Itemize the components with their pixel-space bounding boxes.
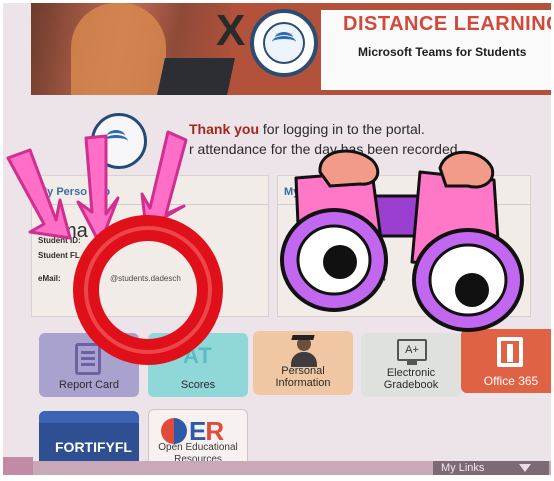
scores-tile[interactable]: AT Scores — [148, 333, 248, 397]
divider — [32, 204, 268, 205]
laptop-image — [157, 58, 235, 95]
tile-label: Scores — [180, 379, 216, 391]
book-icon-lower — [104, 135, 128, 147]
tile-label: Report Card — [59, 379, 119, 391]
my-links-dropdown[interactable]: My Links — [433, 461, 549, 475]
office-icon — [497, 337, 523, 367]
office365-tile[interactable]: Office 365 — [461, 329, 551, 393]
student-fl-label: Student FL — [38, 251, 80, 260]
panel-title-locations: My Lo — [284, 186, 316, 198]
attendance-message: r attendance for the day has been record… — [189, 141, 462, 157]
email-label: eMail: — [38, 274, 61, 283]
welcome-message: Thank you for logging in to the portal. — [189, 121, 425, 137]
electronic-gradebook-tile[interactable]: A+ Electronic Gradebook — [361, 333, 461, 397]
tile-label: Electronic Gradebook — [383, 367, 439, 391]
banner-title: DISTANCE LEARNING — [343, 13, 551, 35]
chevron-down-icon — [519, 464, 531, 472]
oer-circle-icon — [161, 418, 187, 444]
graduate-icon — [289, 335, 317, 367]
graduation-cap-icon — [291, 335, 315, 340]
my-links-label: My Links — [441, 462, 485, 474]
tile-label: Personal Information — [275, 365, 331, 389]
location-line-1: MIA — [368, 244, 383, 253]
scores-icon: AT — [183, 343, 213, 368]
personal-information-tile[interactable]: Personal Information — [253, 331, 353, 395]
screen-photo: X DISTANCE LEARNING Microsoft Teams for … — [3, 3, 551, 475]
panel-title-personal: My Perso Info — [38, 186, 111, 198]
school-seal-logo — [250, 9, 318, 77]
gradebook-monitor-icon: A+ — [397, 339, 427, 365]
welcome-rest: for logging in to the portal. — [259, 121, 425, 137]
portal-logo — [91, 113, 147, 169]
banner-subtitle: Microsoft Teams for Students — [358, 45, 527, 59]
banner-photo — [31, 3, 235, 95]
x-decoration: X — [216, 6, 246, 55]
student-id-label: Student ID: — [38, 236, 81, 245]
tile-label: Office 365 — [483, 374, 539, 388]
locations-panel: My Lo MIA -3719 2984 — [277, 175, 531, 317]
seal-inner — [263, 22, 305, 64]
divider — [278, 204, 530, 205]
personal-info-panel: My Perso Info ma V t Student ID: Student… — [31, 175, 269, 317]
welcome-bold: Thank you — [189, 121, 260, 137]
corner-thumbnail — [3, 457, 33, 475]
location-line-2: -3719 — [368, 258, 389, 267]
book-icon-lower — [272, 36, 296, 48]
email-value[interactable]: @students.dadesch — [110, 274, 181, 283]
fortify-top-bar — [39, 411, 139, 423]
header-banner: X DISTANCE LEARNING Microsoft Teams for … — [31, 3, 551, 95]
report-card-tile[interactable]: Report Card — [39, 333, 139, 397]
location-line-3: 2984 — [368, 274, 386, 283]
report-card-icon — [75, 343, 101, 375]
student-figure — [71, 3, 166, 95]
fortify-logo-text: FORTIFYFL — [55, 439, 132, 455]
